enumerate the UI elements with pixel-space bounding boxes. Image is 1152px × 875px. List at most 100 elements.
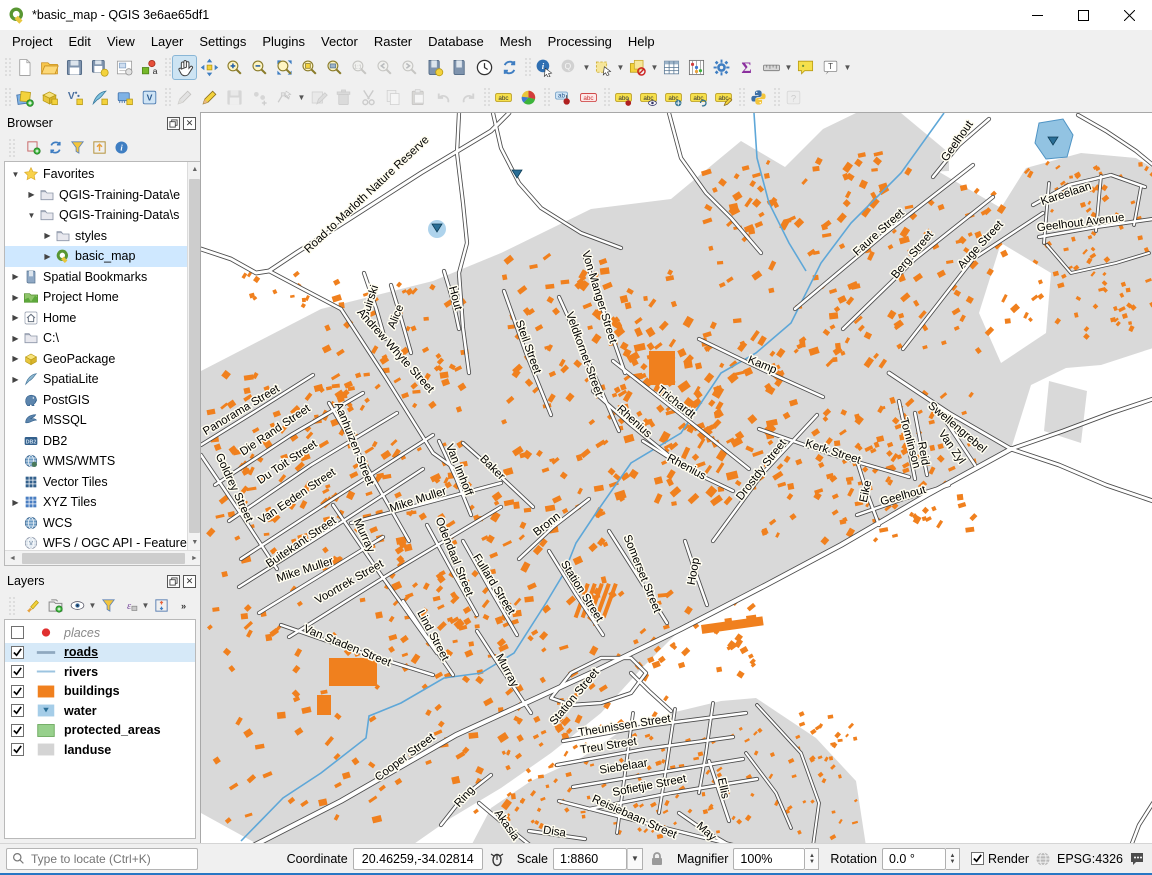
zoomIn-icon[interactable] [222,55,247,80]
layer-item-protected_areas[interactable]: protected_areas [5,721,195,741]
layer-visibility-checkbox[interactable] [11,626,24,639]
modAttr-icon[interactable] [306,85,331,110]
scale-dropdown[interactable]: ▼ [627,848,643,870]
expand-arrow-icon[interactable]: ▶ [9,354,22,363]
floppyNew-icon[interactable] [87,55,112,80]
menu-processing[interactable]: Processing [540,30,620,52]
toolbar-separator[interactable] [7,595,15,617]
action-dropdown[interactable]: ▼ [582,55,591,80]
expandAll-icon[interactable] [150,595,172,617]
deselect-dropdown[interactable]: ▼ [650,55,659,80]
toolbar-separator[interactable] [482,86,490,108]
browser-item-db2[interactable]: DB2DB2 [5,431,187,452]
menu-raster[interactable]: Raster [366,30,420,52]
crs-globe-icon[interactable] [1034,850,1052,868]
lock-icon[interactable] [648,850,666,868]
expand-arrow-icon[interactable]: ▼ [9,170,22,179]
menu-project[interactable]: Project [4,30,60,52]
folderO-icon[interactable] [37,55,62,80]
style-icon[interactable]: a [137,55,162,80]
hand-icon[interactable] [172,55,197,80]
expand-arrow-icon[interactable]: ▶ [25,190,38,199]
expand-arrow-icon[interactable]: ▶ [9,272,22,281]
stats-icon[interactable] [684,55,709,80]
browser-item-project-home[interactable]: ▶Project Home [5,287,187,308]
pencil-icon[interactable] [197,85,222,110]
layer-item-water[interactable]: water [5,701,195,721]
eye-icon[interactable] [66,595,88,617]
redo-icon[interactable] [456,85,481,110]
epsilon-icon[interactable]: ε [119,595,141,617]
menu-vector[interactable]: Vector [313,30,366,52]
browser-item-home[interactable]: ▶Home [5,308,187,329]
browser-item-spatialite[interactable]: ▶SpatiaLite [5,369,187,390]
zoomNative-icon[interactable]: 1:1 [347,55,372,80]
minimize-button[interactable] [1014,0,1060,30]
help-icon[interactable]: ? [781,85,806,110]
menu-edit[interactable]: Edit [60,30,98,52]
zoomLast-icon[interactable] [372,55,397,80]
addLayerBack-icon[interactable] [22,137,44,159]
close-button[interactable] [1106,0,1152,30]
rotation-spinner[interactable]: ▲▼ [946,848,960,870]
rotation-value[interactable]: 0.0 ° [882,848,946,870]
epsilon-dropdown[interactable]: ▼ [141,593,150,618]
browser-item-c-[interactable]: ▶C:\ [5,328,187,349]
expand-arrow-icon[interactable]: ▼ [25,211,38,220]
measure-icon[interactable] [759,55,784,80]
toolbar-separator[interactable] [737,86,745,108]
toolbar-separator[interactable] [523,56,531,78]
action-icon[interactable]: Q [557,55,582,80]
layers-close-button[interactable]: ✕ [183,575,196,588]
mouse-position-icon[interactable] [488,850,506,868]
bookmark-icon[interactable] [447,55,472,80]
lblRot-icon[interactable]: abc [686,85,711,110]
paste-icon[interactable] [406,85,431,110]
lblShow-icon[interactable]: abc [636,85,661,110]
magnifier-spinner[interactable]: ▲▼ [805,848,819,870]
layer-item-landuse[interactable]: landuse [5,740,195,760]
toolbar-separator[interactable] [163,56,171,78]
brush-icon[interactable] [22,595,44,617]
locator-input[interactable] [29,851,179,867]
toolbar-separator[interactable] [7,137,15,159]
expand-arrow-icon[interactable]: ▶ [9,313,22,322]
toolbar-separator[interactable] [3,56,11,78]
layer-visibility-checkbox[interactable] [11,704,24,717]
floppy-icon[interactable] [62,55,87,80]
select-dropdown[interactable]: ▼ [616,55,625,80]
gear-icon[interactable] [709,55,734,80]
render-checkbox[interactable]: Render [971,852,1029,866]
layer-item-roads[interactable]: roads [5,643,195,663]
infoBlue-icon[interactable]: i [110,137,132,159]
newspl-icon[interactable] [87,85,112,110]
collapse-icon[interactable] [88,137,110,159]
funnel-icon[interactable] [66,137,88,159]
addFeat-icon[interactable] [247,85,272,110]
layer-visibility-checkbox[interactable] [11,724,24,737]
menu-settings[interactable]: Settings [191,30,254,52]
vertex-icon[interactable] [272,85,297,110]
browser-close-button[interactable]: ✕ [183,117,196,130]
panArrows-icon[interactable] [197,55,222,80]
map-canvas[interactable]: Road to Marloth Nature ReserveBuirskiAli… [200,112,1152,843]
zoomSel-icon[interactable] [297,55,322,80]
layer-visibility-checkbox[interactable] [11,665,24,678]
crs-value[interactable]: EPSG:4326 [1057,852,1123,866]
layer-item-buildings[interactable]: buildings [5,682,195,702]
browser-item-spatial-bookmarks[interactable]: ▶Spatial Bookmarks [5,267,187,288]
refresh-icon[interactable] [44,137,66,159]
saveEdits-icon[interactable] [222,85,247,110]
maximize-button[interactable] [1060,0,1106,30]
undo-icon[interactable] [431,85,456,110]
datasrc-icon[interactable] [12,85,37,110]
layer-item-rivers[interactable]: rivers [5,662,195,682]
layer-visibility-checkbox[interactable] [11,646,24,659]
messages-icon[interactable] [1128,850,1146,868]
addGroup-icon[interactable] [44,595,66,617]
cut-icon[interactable] [356,85,381,110]
browser-item-qgis-training-data-e[interactable]: ▶QGIS-Training-Data\e [5,185,187,206]
browser-item-favorites[interactable]: ▼Favorites [5,164,187,185]
menu-plugins[interactable]: Plugins [254,30,313,52]
zoomFull-icon[interactable] [272,55,297,80]
